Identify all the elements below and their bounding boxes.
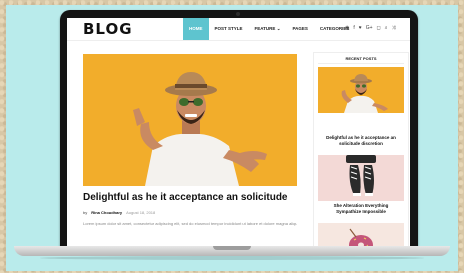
laptop-notch — [213, 246, 251, 250]
nav-post-style[interactable]: POST STYLE — [209, 18, 249, 40]
recent-post-thumbnail[interactable] — [318, 155, 404, 201]
recent-post-title[interactable]: Delightful as he it acceptance an solici… — [318, 135, 404, 147]
nav-feature[interactable]: FEATURE ⌄ — [249, 18, 287, 40]
header-divider — [67, 40, 410, 41]
shuffle-icon[interactable]: ⤨ — [392, 25, 396, 32]
social-icons: ◉ f ♥ G+ ◻ ⌕ ⤨ — [345, 25, 396, 32]
google-plus-icon[interactable]: G+ — [366, 25, 373, 32]
post-excerpt: Lorem ipsum dolor sit amet, consectetur … — [83, 221, 297, 226]
laptop-screen: BLOG HOME POST STYLE FEATURE ⌄ PAGES CAT… — [67, 18, 410, 246]
rss-icon[interactable]: ◉ — [345, 25, 349, 32]
recent-post-title[interactable]: She Alteration Everything Sympathize Imp… — [318, 203, 404, 215]
nav-pages[interactable]: PAGES — [286, 18, 313, 40]
recent-post-thumbnail[interactable] — [318, 67, 404, 113]
hero-image[interactable] — [83, 54, 297, 186]
recent-post-thumbnail[interactable] — [318, 223, 404, 246]
nav-feature-label: FEATURE — [254, 26, 276, 31]
post-meta: by Rina Choudhary August 18, 2018 — [83, 210, 155, 215]
blog-logo[interactable]: BLOG — [83, 20, 133, 38]
webcam — [236, 12, 240, 16]
author-name[interactable]: Rina Choudhary — [91, 210, 122, 215]
author-prefix: by — [83, 210, 88, 215]
recent-post-title-line2: Sympathize Impossible — [336, 209, 386, 214]
instagram-icon[interactable]: ◻ — [377, 25, 381, 32]
facebook-icon[interactable]: f — [353, 25, 354, 32]
post-date: August 18, 2018 — [126, 210, 156, 215]
sidebar-divider — [318, 63, 404, 64]
laptop-shadow — [40, 256, 424, 260]
man-with-hat-illustration — [83, 54, 297, 186]
search-icon[interactable]: ⌕ — [385, 25, 388, 32]
twitter-icon[interactable]: ♥ — [359, 25, 362, 32]
sneakers-thumbnail — [318, 155, 404, 201]
recent-post-title-line2: solicitude discretion — [339, 141, 383, 146]
post-title[interactable]: Delightful as he it acceptance an solici… — [83, 192, 303, 203]
chevron-down-icon: ⌄ — [276, 26, 281, 31]
recent-post-title-line1: She Alteration Everything — [333, 203, 389, 208]
recent-posts-sidebar: RECENT POSTS Delightful as he it accepta… — [313, 52, 409, 246]
recent-post-title-line1: Delightful as he it acceptance an — [326, 135, 396, 140]
sidebar-title: RECENT POSTS — [345, 56, 377, 61]
main-nav: HOME POST STYLE FEATURE ⌄ PAGES CATEGORI… — [183, 18, 355, 40]
man-with-hat-thumbnail — [318, 67, 404, 113]
donut-thumbnail — [318, 223, 404, 246]
nav-home[interactable]: HOME — [183, 18, 209, 40]
